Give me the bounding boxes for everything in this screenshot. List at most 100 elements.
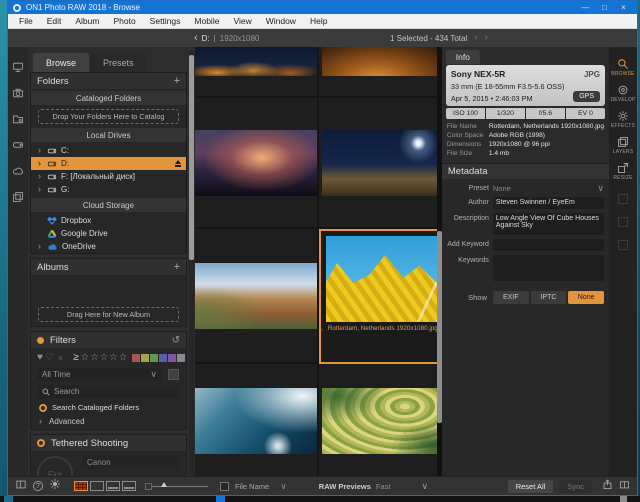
module-browse[interactable]: BROWSE xyxy=(611,58,634,77)
camera-icon[interactable] xyxy=(12,86,24,104)
sort-by-select[interactable]: File Name ∨ xyxy=(235,482,287,491)
photo-roman-ruins[interactable] xyxy=(322,130,442,196)
photo-thumbnail[interactable] xyxy=(195,98,317,229)
not-liked-filter-icon[interactable]: ♡ xyxy=(45,352,54,363)
calendar-toggle-icon[interactable] xyxy=(168,369,179,380)
menu-photo[interactable]: Photo xyxy=(106,16,142,26)
dual-display-icon[interactable] xyxy=(619,477,630,495)
star-3-icon[interactable]: ☆ xyxy=(100,352,108,363)
compare-view-icon[interactable] xyxy=(122,481,136,491)
add-album-icon[interactable]: + xyxy=(174,261,180,273)
menu-window[interactable]: Window xyxy=(259,16,303,26)
advanced-toggle[interactable]: › Advanced xyxy=(31,414,186,429)
photo-ronda-cliffs[interactable] xyxy=(195,263,317,329)
photo-ocean-wave[interactable] xyxy=(195,388,317,454)
close-button[interactable]: × xyxy=(615,1,632,14)
detail-view-icon[interactable] xyxy=(90,481,104,491)
filmstrip-view-icon[interactable] xyxy=(106,481,120,491)
raw-previews-select[interactable]: Fast xyxy=(376,482,391,491)
show-none-button[interactable]: None xyxy=(568,291,604,304)
computer-icon[interactable] xyxy=(12,60,24,78)
scrollbar-thumb[interactable] xyxy=(189,55,194,260)
grid-scrollbar[interactable] xyxy=(437,47,442,476)
module-effects[interactable]: EFFECTS xyxy=(611,110,635,129)
add-folder-icon[interactable]: + xyxy=(174,75,180,87)
album-dropzone[interactable]: Drag Here for New Album xyxy=(38,307,179,322)
menu-view[interactable]: View xyxy=(226,16,258,26)
description-field[interactable]: Low Angle View Of Cube Houses Against Sk… xyxy=(493,213,604,235)
expand-icon[interactable]: › xyxy=(38,185,43,194)
thumbnail-size-slider[interactable] xyxy=(152,486,208,487)
export-icon[interactable] xyxy=(602,477,613,495)
menu-edit[interactable]: Edit xyxy=(40,16,69,26)
time-range-select[interactable]: All Time ∨ xyxy=(37,368,162,381)
rating-gte-icon[interactable]: ≥ xyxy=(73,352,79,363)
star-1-icon[interactable]: ☆ xyxy=(81,352,89,363)
module-resize[interactable]: RESIZE xyxy=(613,162,632,181)
fire-button[interactable]: Fire xyxy=(37,456,73,476)
albums-stack-icon[interactable] xyxy=(12,190,24,208)
red-label-swatch[interactable] xyxy=(132,354,140,362)
tab-browse[interactable]: Browse xyxy=(33,53,89,72)
maximize-button[interactable]: □ xyxy=(596,1,613,14)
photo-thumbnail[interactable] xyxy=(319,47,442,98)
prev-photo-icon[interactable]: ‹ xyxy=(474,33,477,43)
preset-select[interactable]: None ∨ xyxy=(493,183,604,193)
module-layers[interactable]: LAYERS xyxy=(613,136,634,155)
camera-select[interactable]: Canon xyxy=(82,456,180,469)
menu-file[interactable]: File xyxy=(12,16,40,26)
scrollbar-thumb[interactable] xyxy=(437,231,442,423)
star-4-icon[interactable]: ☆ xyxy=(109,352,117,363)
shared-folder-icon[interactable] xyxy=(12,112,24,130)
filters-reset-icon[interactable]: ↺ xyxy=(172,335,180,346)
liked-filter-icon[interactable]: ♥ xyxy=(37,352,43,363)
help-icon[interactable]: ? xyxy=(33,481,43,491)
tab-presets[interactable]: Presets xyxy=(90,53,147,72)
cloud-icon[interactable] xyxy=(12,164,24,182)
sync-button[interactable]: Sync xyxy=(559,480,592,493)
drive-row-f[interactable]: › F: [Локальный диск] xyxy=(31,170,186,183)
drive-row-d-selected[interactable]: › D: xyxy=(31,157,186,170)
photo-amber-sky[interactable] xyxy=(322,47,442,76)
add-keyword-field[interactable] xyxy=(493,239,604,251)
photo-cube-houses[interactable] xyxy=(326,236,440,322)
keywords-field[interactable] xyxy=(493,255,604,281)
purple-label-swatch[interactable] xyxy=(168,354,176,362)
cloud-row-onedrive[interactable]: › OneDrive xyxy=(31,240,186,253)
expand-icon[interactable]: › xyxy=(38,242,43,251)
current-folder[interactable]: D: xyxy=(202,34,210,43)
blue-label-swatch[interactable] xyxy=(159,354,167,362)
sort-checkbox[interactable] xyxy=(220,482,229,491)
module-develop[interactable]: DEVELOP xyxy=(610,84,635,103)
show-iptc-button[interactable]: IPTC xyxy=(531,291,567,304)
search-input[interactable]: Search xyxy=(37,385,180,398)
catalog-dropzone[interactable]: Drop Your Folders Here to Catalog xyxy=(38,109,179,124)
grid-view-icon[interactable] xyxy=(74,481,88,491)
cloud-row-googledrive[interactable]: Google Drive xyxy=(31,227,186,240)
star-2-icon[interactable]: ☆ xyxy=(90,352,98,363)
expand-icon[interactable]: › xyxy=(38,172,43,181)
cloud-row-dropbox[interactable]: Dropbox xyxy=(31,214,186,227)
photo-night-harbor[interactable] xyxy=(195,47,317,76)
photo-thumbnail[interactable] xyxy=(195,229,317,364)
settings-gear-icon[interactable] xyxy=(49,477,61,495)
current-subfolder[interactable]: 1920x1080 xyxy=(220,34,260,43)
photo-thumbnail[interactable] xyxy=(195,47,317,98)
photo-thumbnail[interactable] xyxy=(195,364,317,476)
photo-castle-sunset[interactable] xyxy=(195,130,317,196)
green-label-swatch[interactable] xyxy=(150,354,158,362)
photo-thumbnail[interactable] xyxy=(319,364,442,476)
gps-button[interactable]: GPS xyxy=(573,91,600,102)
eject-icon[interactable] xyxy=(175,160,181,167)
dual-pane-icon[interactable] xyxy=(15,477,27,495)
minimize-button[interactable]: — xyxy=(577,1,594,14)
sidebar-scrollbar[interactable] xyxy=(189,51,194,475)
author-field[interactable]: Steven Swinnen / EyeEm xyxy=(493,197,604,209)
star-5-icon[interactable]: ☆ xyxy=(119,352,127,363)
slider-thumb[interactable] xyxy=(161,482,167,487)
show-exif-button[interactable]: EXIF xyxy=(493,291,529,304)
drive-row-c[interactable]: › C: xyxy=(31,144,186,157)
expand-icon[interactable]: › xyxy=(38,159,43,168)
search-cataloged-radio[interactable]: Search Cataloged Folders xyxy=(31,400,186,414)
drive-row-g[interactable]: › G: xyxy=(31,183,186,196)
